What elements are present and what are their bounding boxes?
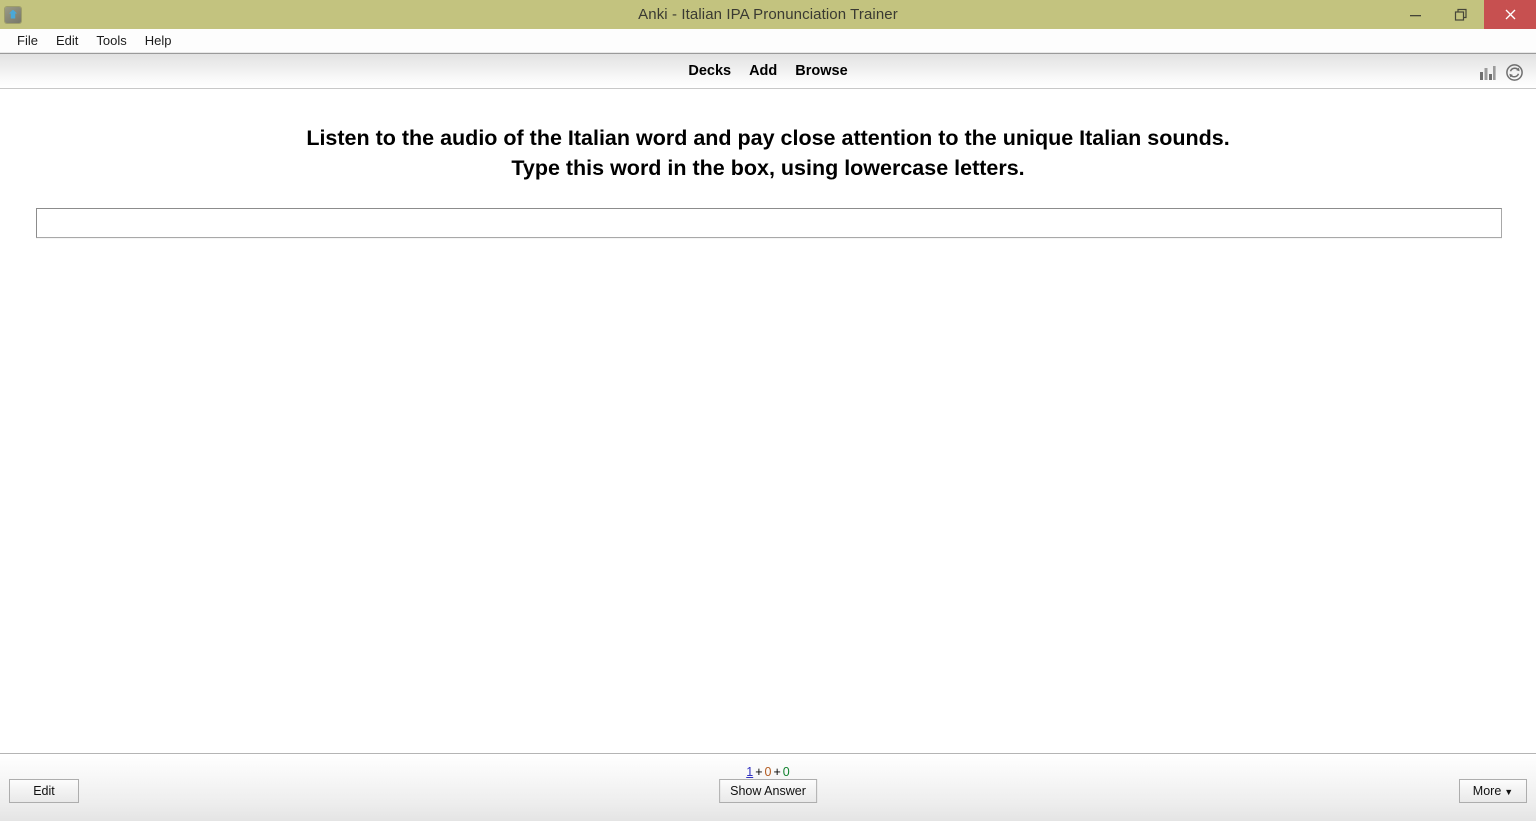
card-content-area: Listen to the audio of the Italian word … <box>0 89 1536 753</box>
bottom-bar: 1 +0 +0 Edit Show Answer More ▼ <box>0 753 1536 821</box>
window-controls <box>1392 0 1536 29</box>
title-bar: Anki - Italian IPA Pronunciation Trainer <box>0 0 1536 29</box>
count-separator-2: + <box>773 765 781 779</box>
type-answer-wrapper <box>0 208 1536 238</box>
count-separator-1: + <box>755 765 763 779</box>
restore-icon[interactable] <box>1438 0 1484 29</box>
main-toolbar: Decks Add Browse <box>0 53 1536 89</box>
stats-bar-chart-icon[interactable] <box>1478 63 1497 82</box>
close-icon[interactable] <box>1484 0 1536 29</box>
toolbar-nav: Decks Add Browse <box>688 63 847 79</box>
anki-icon <box>5 6 21 23</box>
menu-item-help[interactable]: Help <box>136 31 181 50</box>
menu-bar: File Edit Tools Help <box>0 29 1536 53</box>
anki-window: Anki - Italian IPA Pronunciation Trainer… <box>0 0 1536 821</box>
question-line-2: Type this word in the box, using lowerca… <box>511 156 1025 180</box>
edit-button[interactable]: Edit <box>9 779 79 803</box>
more-button-label: More <box>1472 784 1502 798</box>
menu-item-file[interactable]: File <box>8 31 47 50</box>
question-text: Listen to the audio of the Italian word … <box>0 123 1536 183</box>
minimize-icon[interactable] <box>1392 0 1438 29</box>
sync-icon[interactable] <box>1505 63 1524 82</box>
card-counts: 1 +0 +0 <box>0 765 1536 779</box>
menu-item-tools[interactable]: Tools <box>87 31 135 50</box>
window-title: Anki - Italian IPA Pronunciation Trainer <box>638 6 898 23</box>
type-answer-input[interactable] <box>36 208 1502 238</box>
question-line-1: Listen to the audio of the Italian word … <box>306 126 1230 150</box>
menu-item-edit[interactable]: Edit <box>47 31 87 50</box>
count-due: 0 <box>782 765 790 779</box>
toolbar-icon-group <box>1478 54 1524 90</box>
nav-link-add[interactable]: Add <box>749 63 777 79</box>
nav-link-browse[interactable]: Browse <box>795 63 847 79</box>
show-answer-button[interactable]: Show Answer <box>719 779 817 803</box>
nav-link-decks[interactable]: Decks <box>688 63 731 79</box>
more-button[interactable]: More ▼ <box>1459 779 1527 803</box>
chevron-down-icon: ▼ <box>1504 787 1514 797</box>
